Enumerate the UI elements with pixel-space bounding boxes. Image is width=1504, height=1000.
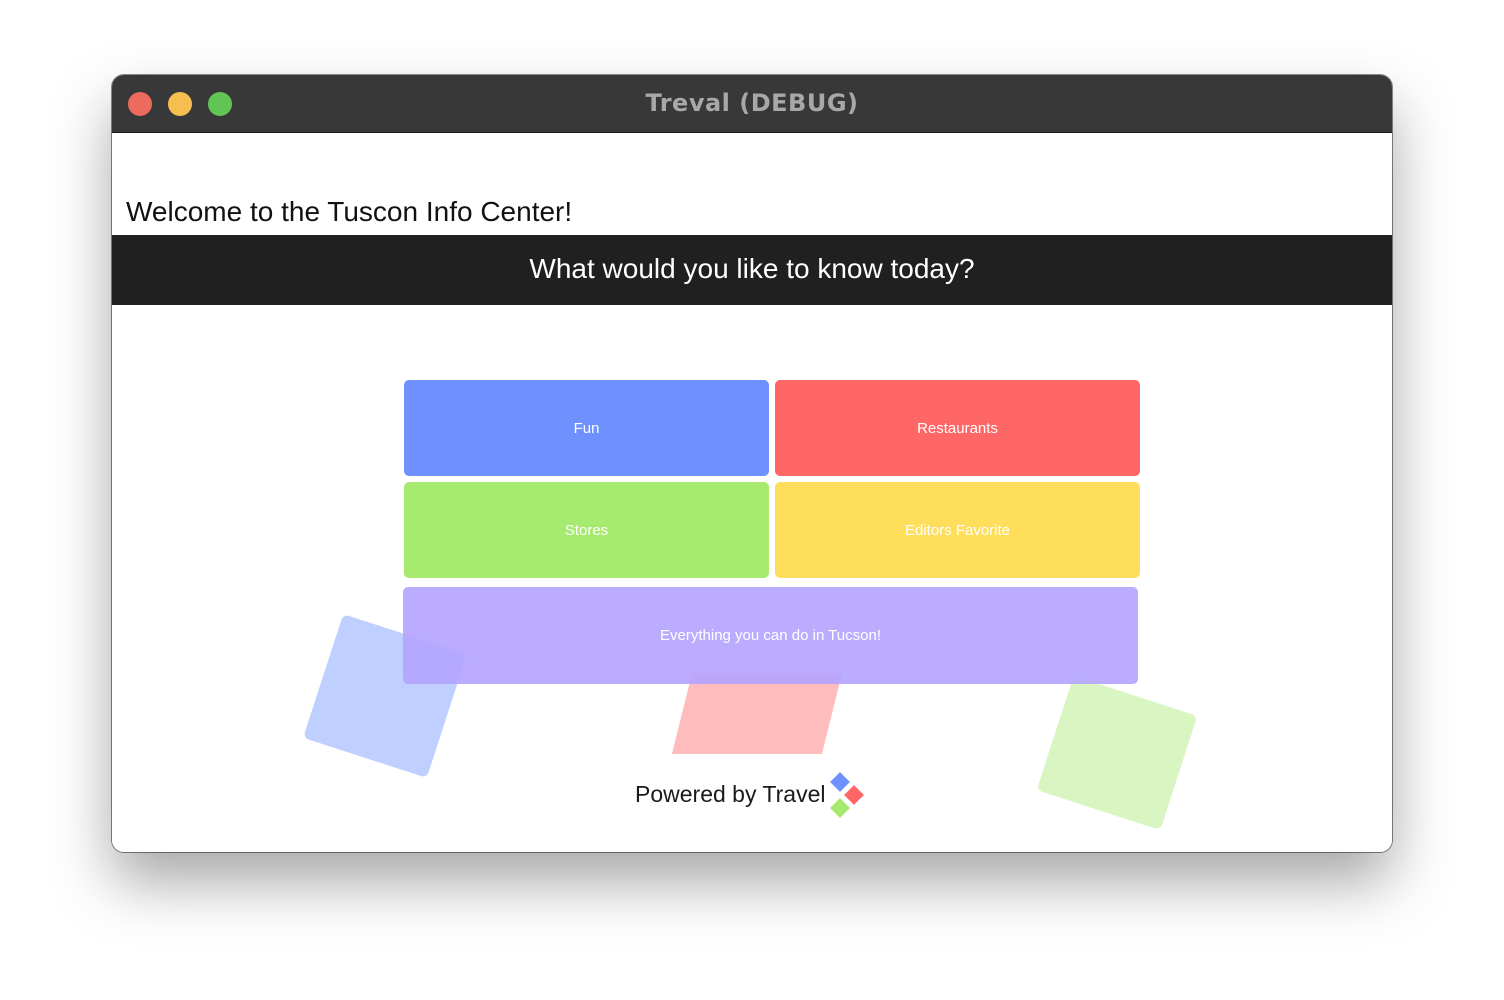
banner-text: What would you like to know today? (529, 253, 975, 284)
decorative-green-square (1036, 675, 1198, 831)
stores-button-label: Stores (564, 521, 609, 539)
everything-button-label: Everything you can do in Tucson! (660, 627, 881, 644)
logo-blue-diamond (830, 772, 850, 792)
title-bar: Treval (DEBUG) (112, 75, 1392, 133)
stores-button[interactable]: Stores (404, 482, 769, 578)
question-banner: What would you like to know today? (112, 235, 1392, 305)
app-window: Treval (DEBUG) Welcome to the Tuscon Inf… (112, 75, 1392, 852)
logo-green-diamond (830, 798, 850, 818)
powered-by-text: Powered by Travel (635, 781, 826, 807)
editors-favorite-button-label: Editors Favorite (904, 521, 1011, 539)
logo-red-diamond (844, 785, 864, 805)
welcome-heading: Welcome to the Tuscon Info Center! (126, 196, 573, 227)
everything-button[interactable]: Everything you can do in Tucson! (403, 587, 1138, 684)
restaurants-button-label: Restaurants (917, 419, 998, 437)
fun-button-label: Fun (573, 419, 600, 437)
fun-button[interactable]: Fun (404, 380, 769, 476)
editors-favorite-button[interactable]: Editors Favorite (775, 482, 1140, 578)
restaurants-button[interactable]: Restaurants (775, 380, 1140, 476)
decorative-pink-parallelogram (671, 673, 843, 754)
diamond-cluster-logo-icon (828, 772, 868, 819)
main-content: Welcome to the Tuscon Info Center! What … (112, 133, 1392, 852)
window-title: Treval (DEBUG) (645, 89, 859, 117)
